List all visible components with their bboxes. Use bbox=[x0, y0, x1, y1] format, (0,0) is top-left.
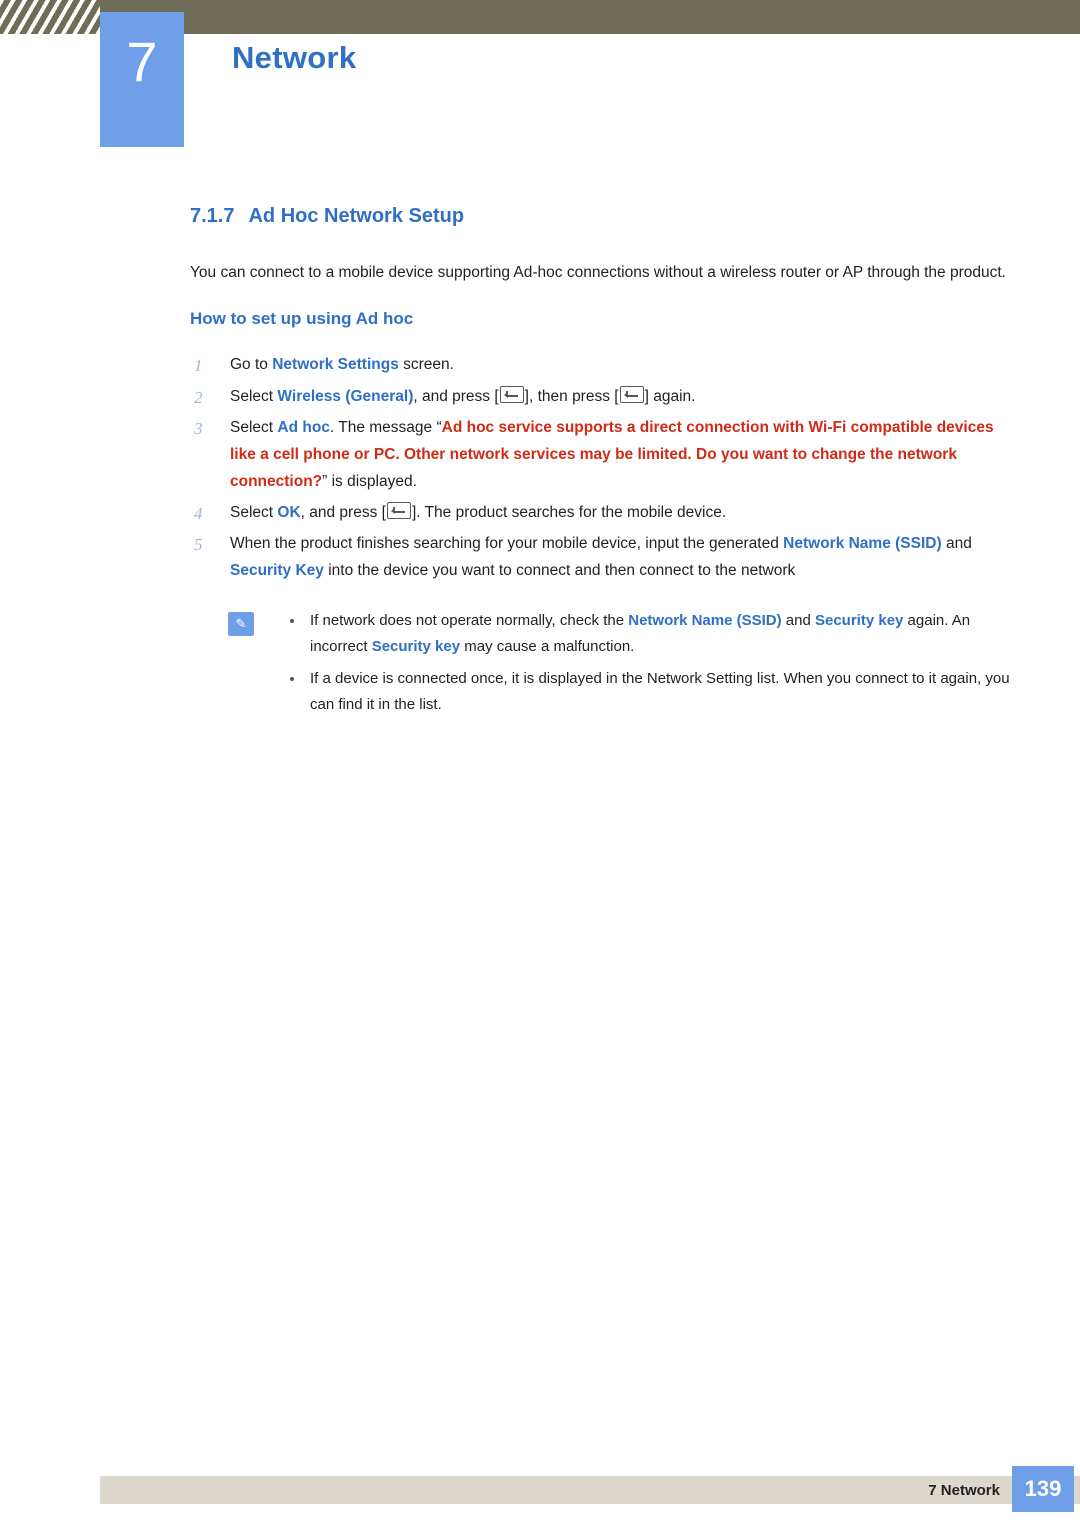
text-run: Go to bbox=[230, 356, 273, 374]
chapter-number-badge: 7 bbox=[100, 12, 184, 147]
emphasis-blue: Network Name (SSID) bbox=[783, 535, 942, 553]
text-run: ] again. bbox=[644, 387, 696, 405]
note-item: If network does not operate normally, ch… bbox=[282, 608, 1010, 660]
text-run: and bbox=[781, 612, 815, 630]
section-number: 7.1.7 bbox=[190, 205, 235, 227]
emphasis-blue: Network Settings bbox=[272, 356, 399, 374]
step-item: 5 When the product finishes searching for… bbox=[190, 530, 1010, 584]
step-index: 3 bbox=[194, 418, 203, 438]
emphasis-blue: Ad hoc bbox=[277, 418, 330, 436]
text-run: When the product finishes searching for … bbox=[230, 535, 784, 553]
text-run: , and press [ bbox=[300, 504, 386, 522]
header-hatch-decoration bbox=[0, 0, 100, 34]
note-block: ✎ If network does not operate normally, … bbox=[190, 608, 1010, 717]
text-run: screen. bbox=[398, 356, 454, 374]
step-index: 1 bbox=[194, 356, 203, 376]
emphasis-blue: Security Key bbox=[230, 562, 324, 580]
text-run: may cause a malfunction. bbox=[460, 638, 635, 656]
step-item: 2 Select Wireless (General), and press []… bbox=[190, 383, 1010, 410]
step-text: When the product finishes searching for … bbox=[230, 535, 972, 579]
step-index: 2 bbox=[194, 387, 203, 407]
emphasis-blue: Wireless (General) bbox=[277, 387, 414, 405]
text-run: If network does not operate normally, ch… bbox=[310, 612, 629, 630]
section-intro: You can connect to a mobile device suppo… bbox=[190, 264, 1006, 281]
step-index: 5 bbox=[194, 535, 203, 555]
step-text: Select Wireless (General), and press [],… bbox=[230, 385, 696, 405]
chapter-number: 7 bbox=[126, 30, 158, 93]
step-index: 4 bbox=[194, 504, 203, 524]
sub-heading: How to set up using Ad hoc bbox=[190, 309, 414, 329]
steps-list: 1 Go to Network Settings screen. 2 Select W… bbox=[190, 351, 1010, 584]
note-pencil-icon: ✎ bbox=[228, 612, 254, 637]
emphasis-blue: Security key bbox=[371, 638, 461, 656]
text-run: into the device you want to connect and … bbox=[323, 562, 796, 580]
footer-label: 7 Network bbox=[928, 1482, 1000, 1499]
note-list: If network does not operate normally, ch… bbox=[282, 608, 1010, 717]
page-number: 139 bbox=[1012, 1466, 1074, 1512]
enter-key-icon bbox=[386, 502, 411, 520]
section-title: Ad Hoc Network Setup bbox=[248, 205, 465, 227]
text-run: If a device is connected once, it is dis… bbox=[310, 670, 1010, 713]
emphasis-blue: OK bbox=[277, 504, 301, 522]
enter-key-icon bbox=[499, 385, 524, 403]
chapter-title: Network bbox=[232, 40, 357, 75]
step-item: 3 Select Ad hoc. The message “Ad hoc serv… bbox=[190, 414, 1010, 495]
section-heading: 7.1.7 Ad Hoc Network Setup bbox=[190, 205, 1010, 228]
note-item: If a device is connected once, it is dis… bbox=[282, 666, 1010, 718]
step-text: Select OK, and press [ ]. The product sea… bbox=[230, 502, 727, 522]
step-text: Select Ad hoc. The message “Ad hoc servi… bbox=[230, 419, 994, 490]
text-run: Select bbox=[230, 504, 278, 522]
text-run: ], then press [ bbox=[524, 387, 619, 405]
enter-key-icon bbox=[619, 385, 644, 403]
step-item: 4 Select OK, and press [ ]. The product se… bbox=[190, 499, 1010, 526]
page-content: 7.1.7 Ad Hoc Network Setup You can connec… bbox=[190, 205, 1010, 724]
text-run: Select bbox=[230, 387, 278, 405]
emphasis-blue: Security key bbox=[814, 612, 904, 630]
text-run: Select bbox=[230, 418, 278, 436]
text-run: and bbox=[941, 535, 972, 553]
text-run: ” is displayed. bbox=[322, 472, 417, 490]
text-run: , and press [ bbox=[413, 387, 499, 405]
step-item: 1 Go to Network Settings screen. bbox=[190, 351, 1010, 378]
emphasis-blue: Network Name (SSID) bbox=[628, 612, 782, 630]
step-text: Go to Network Settings screen. bbox=[230, 356, 454, 373]
text-run: ]. The product searches for the mobile d… bbox=[411, 504, 727, 522]
text-run: . The message “ bbox=[329, 418, 442, 436]
